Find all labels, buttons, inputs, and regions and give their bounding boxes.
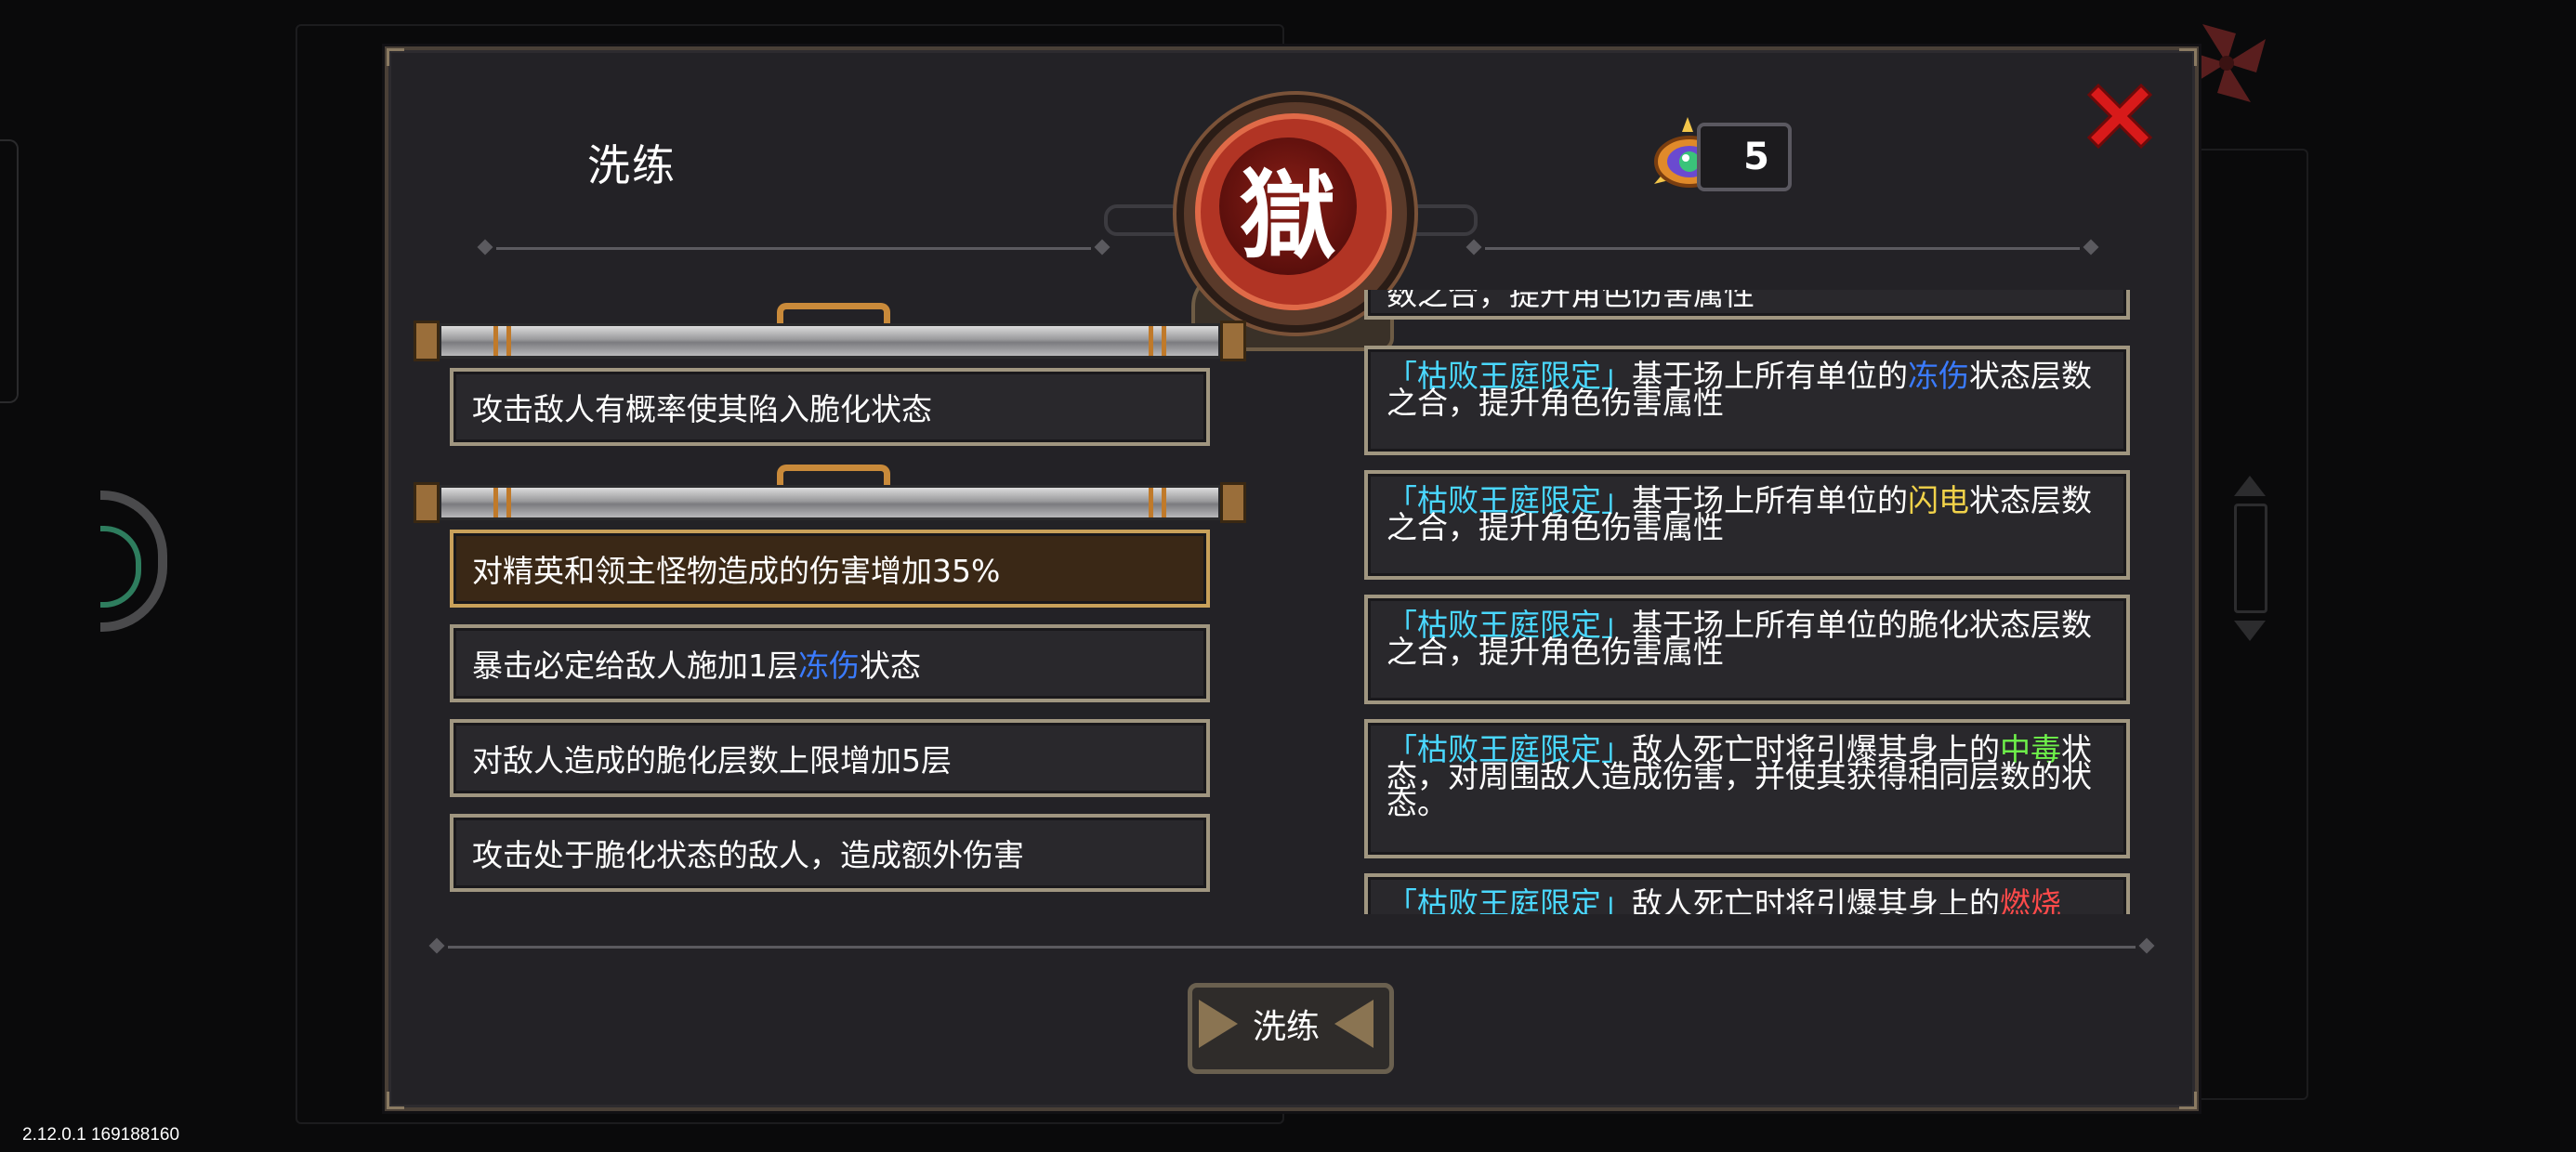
effect-card-partial-top[interactable]: 数之合，提升角色伤害属性 — [1364, 290, 2130, 320]
effect-card-poison[interactable]: 「枯败王庭限定」敌人死亡时将引爆其身上的中毒状态，对周围敌人造成伤害，并使其获得… — [1364, 719, 2130, 858]
page-title: 洗练 — [587, 140, 677, 190]
option-text: 对敌人造成的脆化层数上限增加5层 — [472, 742, 952, 779]
bg-side-tab — [0, 139, 19, 403]
effect-card-burn-partial[interactable]: 「枯败王庭限定」敌人死亡时将引爆其身上的燃烧 — [1364, 873, 2130, 914]
close-icon[interactable] — [2085, 82, 2154, 151]
currency-counter: 5 — [1697, 123, 1792, 191]
bg-skill-ring-icon — [100, 491, 167, 632]
effect-text-highlight: 闪电 — [1908, 482, 1969, 518]
effect-text: 数之合，提升角色伤害属性 — [1387, 290, 1755, 312]
scroll-rod-2 — [414, 482, 1246, 523]
option-text-highlight: 冻伤 — [798, 648, 860, 684]
effect-text-pre: 敌人死亡时将引爆其身上的 — [1632, 885, 2000, 914]
option-text-post: 状态 — [860, 648, 921, 684]
refine-option-1[interactable]: 攻击敌人有概率使其陷入脆化状态 — [450, 368, 1210, 446]
refine-option-5[interactable]: 攻击处于脆化状态的敌人，造成额外伤害 — [450, 814, 1210, 892]
top-divider-left — [496, 247, 1091, 250]
top-divider-right — [1485, 247, 2080, 250]
effect-list[interactable]: 数之合，提升角色伤害属性 「枯败王庭限定」基于场上所有单位的冻伤状态层数之合，提… — [1364, 290, 2130, 914]
effect-card-frost[interactable]: 「枯败王庭限定」基于场上所有单位的冻伤状态层数之合，提升角色伤害属性 — [1364, 346, 2130, 455]
prison-emblem-icon: 獄 — [1219, 137, 1357, 275]
refine-option-2-selected[interactable]: 对精英和领主怪物造成的伤害增加35% — [450, 530, 1210, 608]
option-text: 攻击处于脆化状态的敌人，造成额外伤害 — [472, 837, 1024, 873]
refine-button-label: 洗练 — [1252, 1008, 1320, 1046]
refine-button[interactable]: 洗练 — [1167, 974, 1405, 1074]
refine-option-3[interactable]: 暴击必定给敌人施加1层 冻伤 状态 — [450, 624, 1210, 702]
effect-card-brittle[interactable]: 「枯败王庭限定」基于场上所有单位的脆化状态层数之合，提升角色伤害属性 — [1364, 595, 2130, 704]
option-text: 对精英和领主怪物造成的伤害增加35% — [472, 553, 1001, 589]
bottom-divider — [448, 946, 2136, 949]
version-label: 2.12.0.1 169188160 — [22, 1125, 180, 1145]
refine-option-4[interactable]: 对敌人造成的脆化层数上限增加5层 — [450, 719, 1210, 797]
bg-scrollbar — [2228, 472, 2271, 645]
effect-text-highlight: 冻伤 — [1908, 358, 1969, 394]
effect-card-lightning[interactable]: 「枯败王庭限定」基于场上所有单位的闪电状态层数之合，提升角色伤害属性 — [1364, 470, 2130, 580]
scroll-rod-1 — [414, 321, 1246, 361]
effect-tag: 「枯败王庭限定」 — [1387, 885, 1632, 914]
option-text: 攻击敌人有概率使其陷入脆化状态 — [472, 391, 932, 427]
option-text-pre: 暴击必定给敌人施加1层 — [472, 648, 798, 684]
effect-text-highlight: 燃烧 — [2000, 885, 2061, 914]
